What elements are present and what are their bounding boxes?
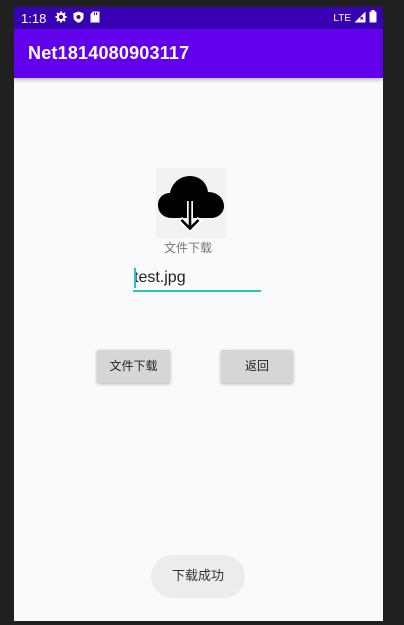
gear-icon: [55, 11, 67, 26]
status-system-icons: LTE: [333, 10, 377, 26]
app-title: Net1814080903117: [28, 43, 190, 63]
phone-frame: 1:18 LTE Net1814080903117 文件下载 test.jpg …: [0, 0, 404, 625]
cloud-download-icon: [156, 168, 226, 238]
filename-input[interactable]: [133, 266, 261, 292]
network-type: LTE: [333, 12, 351, 24]
status-notification-icons: [55, 11, 100, 25]
app-screen: 1:18 LTE Net1814080903117 文件下载 test.jpg …: [14, 7, 383, 621]
sd-card-icon: [90, 11, 100, 26]
signal-icon: [354, 11, 366, 26]
back-button[interactable]: 返回: [221, 350, 293, 383]
shield-icon: [73, 11, 84, 26]
toast-message: 下载成功: [151, 555, 245, 598]
battery-icon: [369, 10, 377, 26]
app-bar: Net1814080903117: [14, 29, 383, 78]
cloud-caption: 文件下载: [163, 241, 212, 255]
text-cursor: [134, 268, 136, 288]
download-file-button[interactable]: 文件下载: [97, 350, 170, 383]
status-time: 1:18: [21, 11, 47, 26]
status-bar: 1:18 LTE: [14, 7, 383, 29]
